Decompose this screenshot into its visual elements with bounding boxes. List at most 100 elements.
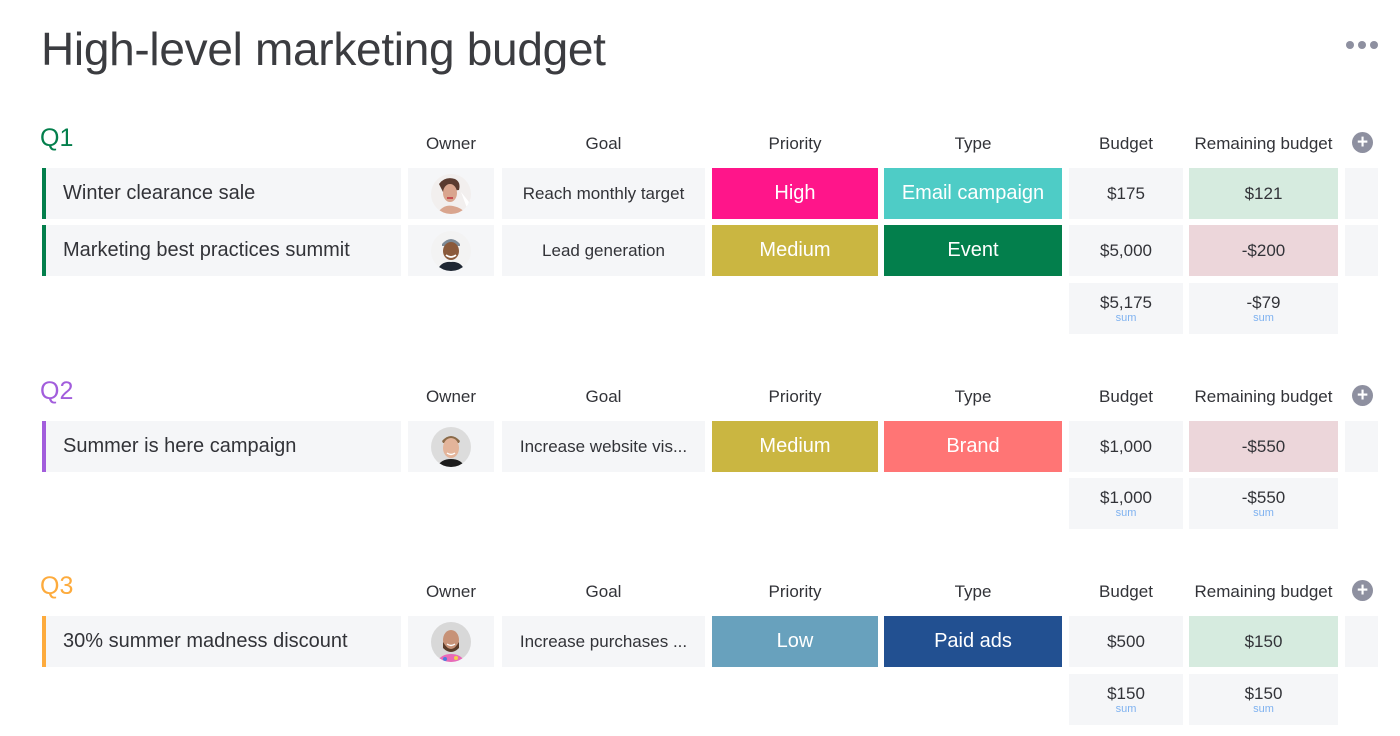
priority-status[interactable]: Low (712, 616, 878, 667)
item-name: 30% summer madness discount (63, 630, 348, 652)
plus-circle-icon: + (1356, 132, 1369, 153)
item-name-cell[interactable]: Marketing best practices summit (42, 225, 401, 276)
group-color-bar (42, 168, 46, 219)
column-header-type[interactable]: Type (884, 387, 1062, 407)
table-row[interactable]: 30% summer madness discount Increase pur… (0, 616, 1400, 667)
column-header-type[interactable]: Type (884, 582, 1062, 602)
group-color-bar (42, 421, 46, 472)
type-status[interactable]: Paid ads (884, 616, 1062, 667)
type-status[interactable]: Email campaign (884, 168, 1062, 219)
budget-sum: $150 sum (1069, 674, 1183, 725)
sum-value: $150 (1244, 684, 1283, 703)
add-column-button[interactable]: + (1352, 132, 1373, 153)
column-header-budget[interactable]: Budget (1069, 387, 1183, 407)
remaining-budget-cell[interactable]: -$550 (1189, 421, 1338, 472)
owner-cell[interactable] (408, 225, 494, 276)
remaining-budget-sum: $150 sum (1189, 674, 1338, 725)
remaining-budget-cell[interactable]: -$200 (1189, 225, 1338, 276)
more-options-button[interactable] (1346, 38, 1380, 52)
group-title[interactable]: Q2 (40, 377, 73, 406)
budget-cell[interactable]: $5,000 (1069, 225, 1183, 276)
group-color-bar (42, 616, 46, 667)
column-header-remaining-budget[interactable]: Remaining budget (1189, 134, 1338, 154)
more-dot (1370, 41, 1378, 49)
more-dot (1358, 41, 1366, 49)
goal-cell[interactable]: Reach monthly target (502, 168, 705, 219)
column-header-type[interactable]: Type (884, 134, 1062, 154)
sum-label: sum (1115, 703, 1137, 715)
sum-value: $1,000 (1100, 488, 1152, 507)
priority-status[interactable]: Medium (712, 225, 878, 276)
remaining-budget-cell[interactable]: $121 (1189, 168, 1338, 219)
owner-cell[interactable] (408, 616, 494, 667)
empty-cell[interactable] (1345, 225, 1378, 276)
goal-cell[interactable]: Increase purchases ... (502, 616, 705, 667)
type-status[interactable]: Brand (884, 421, 1062, 472)
sum-value: -$550 (1241, 488, 1286, 507)
item-name: Winter clearance sale (63, 182, 256, 204)
sum-value: $150 (1107, 684, 1145, 703)
budget-cell[interactable]: $175 (1069, 168, 1183, 219)
add-column-button[interactable]: + (1352, 580, 1373, 601)
priority-status[interactable]: Medium (712, 421, 878, 472)
item-name: Marketing best practices summit (63, 239, 350, 261)
item-name-cell[interactable]: 30% summer madness discount (42, 616, 401, 667)
summary-row: $5,175 sum -$79 sum (0, 283, 1400, 334)
budget-sum: $5,175 sum (1069, 283, 1183, 334)
table-row[interactable]: Summer is here campaign Increase website… (0, 421, 1400, 472)
remaining-budget-cell[interactable]: $150 (1189, 616, 1338, 667)
column-header-remaining-budget[interactable]: Remaining budget (1189, 387, 1338, 407)
column-header-priority[interactable]: Priority (712, 582, 878, 602)
column-header-owner[interactable]: Owner (408, 387, 494, 407)
column-header-priority[interactable]: Priority (712, 387, 878, 407)
empty-cell[interactable] (1345, 168, 1378, 219)
avatar (431, 426, 471, 467)
item-name-cell[interactable]: Winter clearance sale (42, 168, 401, 219)
plus-circle-icon: + (1356, 580, 1369, 601)
sum-label: sum (1253, 507, 1274, 519)
goal-cell[interactable]: Increase website vis... (502, 421, 705, 472)
remaining-budget-sum: -$79 sum (1189, 283, 1338, 334)
column-header-remaining-budget[interactable]: Remaining budget (1189, 582, 1338, 602)
owner-cell[interactable] (408, 168, 494, 219)
column-header-goal[interactable]: Goal (502, 134, 705, 154)
column-header-goal[interactable]: Goal (502, 387, 705, 407)
sum-value: $5,175 (1100, 293, 1152, 312)
add-column-button[interactable]: + (1352, 385, 1373, 406)
summary-row: $1,000 sum -$550 sum (0, 478, 1400, 529)
column-header-budget[interactable]: Budget (1069, 134, 1183, 154)
avatar (431, 621, 471, 662)
summary-row: $150 sum $150 sum (0, 674, 1400, 725)
item-name-cell[interactable]: Summer is here campaign (42, 421, 401, 472)
item-name: Summer is here campaign (63, 435, 297, 457)
empty-cell[interactable] (1345, 421, 1378, 472)
column-header-owner[interactable]: Owner (408, 582, 494, 602)
plus-circle-icon: + (1356, 385, 1369, 406)
more-horizontal-icon (1346, 41, 1354, 49)
type-status[interactable]: Event (884, 225, 1062, 276)
column-header-priority[interactable]: Priority (712, 134, 878, 154)
sum-label: sum (1253, 312, 1274, 324)
budget-cell[interactable]: $1,000 (1069, 421, 1183, 472)
empty-cell[interactable] (1345, 616, 1378, 667)
column-header-goal[interactable]: Goal (502, 582, 705, 602)
group-color-bar (42, 225, 46, 276)
sum-label: sum (1115, 507, 1137, 519)
page-title: High-level marketing budget (41, 23, 606, 75)
avatar (431, 173, 471, 214)
priority-status[interactable]: High (712, 168, 878, 219)
column-header-budget[interactable]: Budget (1069, 582, 1183, 602)
table-row[interactable]: Marketing best practices summit Lead gen… (0, 225, 1400, 276)
sum-label: sum (1115, 312, 1137, 324)
table-row[interactable]: Winter clearance sale Reach monthly targ… (0, 168, 1400, 219)
owner-cell[interactable] (408, 421, 494, 472)
goal-cell[interactable]: Lead generation (502, 225, 705, 276)
budget-sum: $1,000 sum (1069, 478, 1183, 529)
group-title[interactable]: Q3 (40, 572, 73, 601)
sum-label: sum (1253, 703, 1274, 715)
column-header-owner[interactable]: Owner (408, 134, 494, 154)
budget-cell[interactable]: $500 (1069, 616, 1183, 667)
group-title[interactable]: Q1 (40, 124, 73, 153)
sum-value: -$79 (1246, 293, 1281, 312)
avatar (431, 230, 471, 271)
